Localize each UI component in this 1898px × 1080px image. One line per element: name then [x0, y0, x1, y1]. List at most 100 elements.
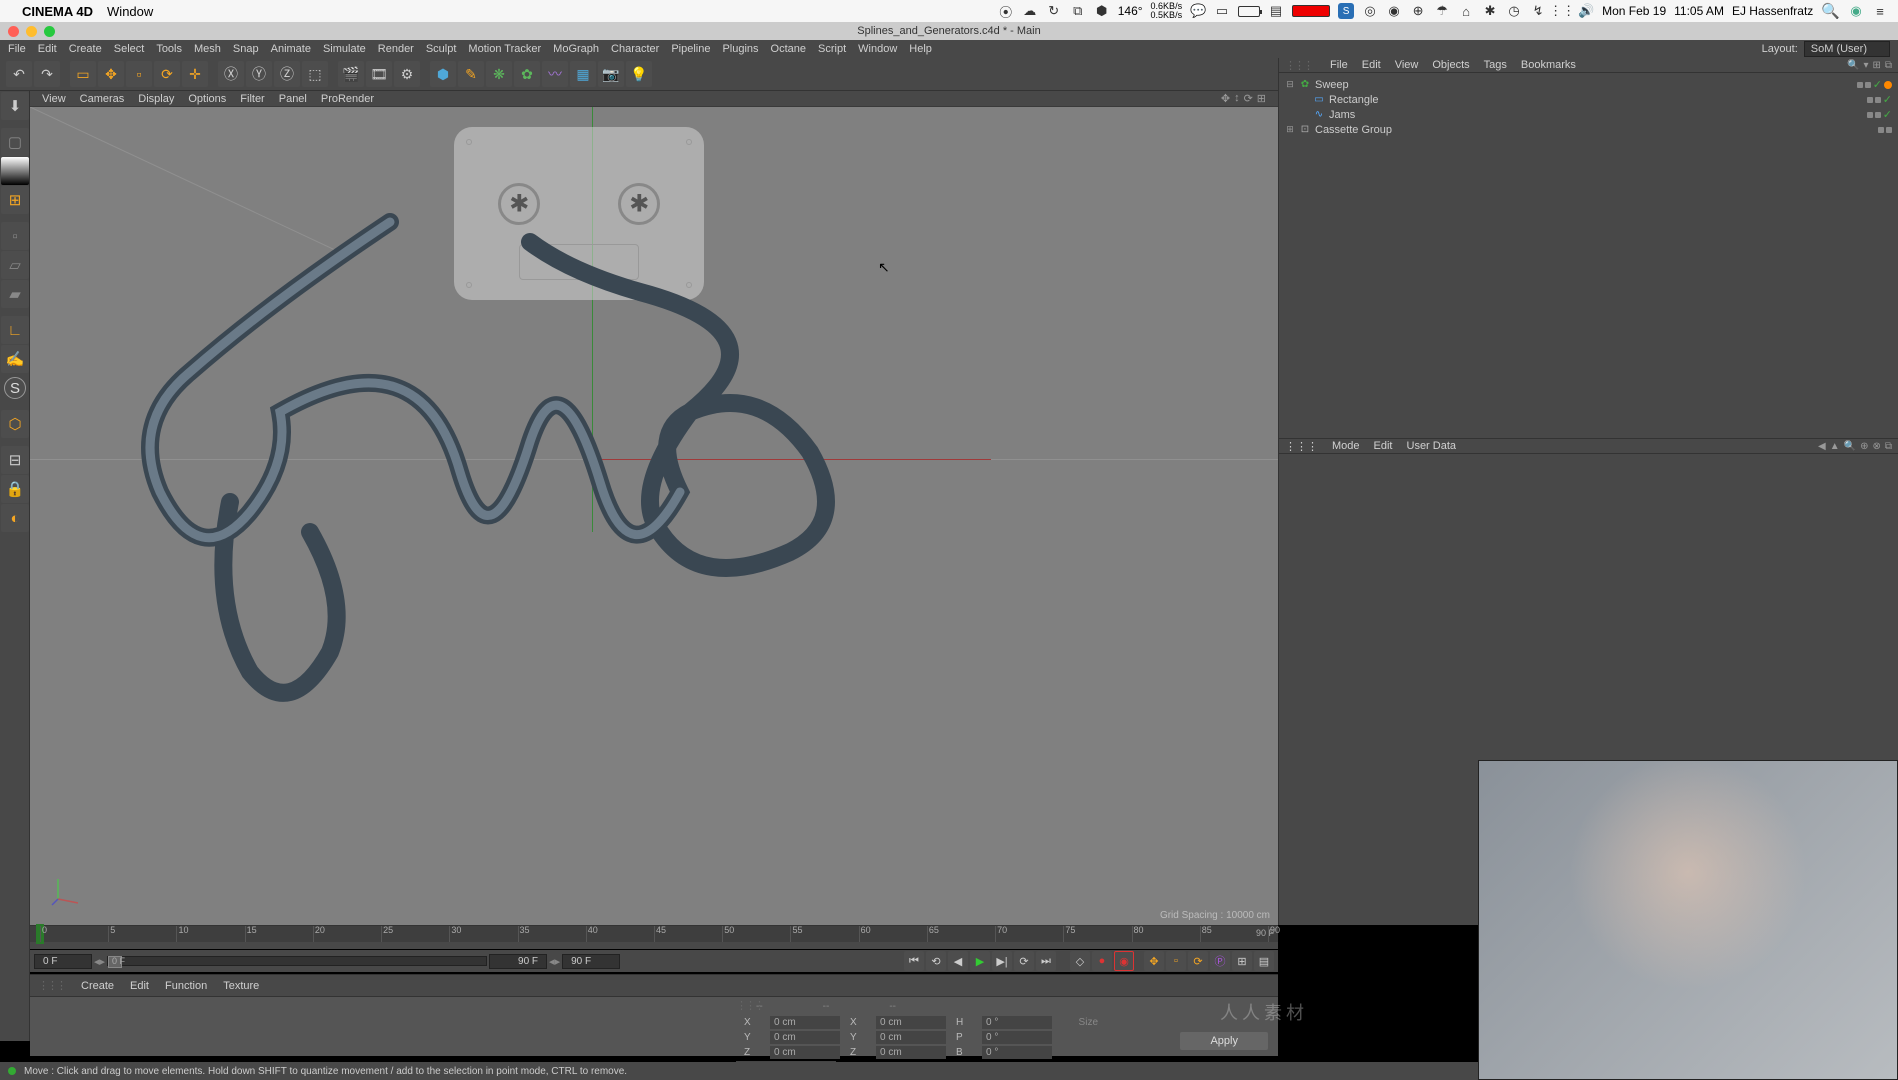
- apply-button[interactable]: Apply: [1180, 1032, 1268, 1050]
- menu-window[interactable]: Window: [858, 43, 897, 55]
- add-environment[interactable]: ▦: [570, 61, 596, 87]
- key-all[interactable]: ▤: [1254, 951, 1274, 971]
- om-search-icon[interactable]: 🔍: [1847, 60, 1859, 71]
- attr-edit[interactable]: Edit: [1374, 440, 1393, 452]
- spotlight-icon[interactable]: 🔍: [1821, 2, 1840, 20]
- prev-key[interactable]: ⟲: [926, 951, 946, 971]
- goto-start[interactable]: ⏮: [904, 951, 924, 971]
- coord-Y-cv[interactable]: 0 °: [982, 1031, 1052, 1044]
- redo-button[interactable]: ↷: [34, 61, 60, 87]
- scale-tool[interactable]: ▫: [126, 61, 152, 87]
- attr-mode[interactable]: Mode: [1332, 440, 1360, 452]
- menu-mograph[interactable]: MoGraph: [553, 43, 599, 55]
- timeline-ruler[interactable]: 05101520253035404550556065707580859090 F: [30, 925, 1278, 949]
- workplane-icon[interactable]: ⊟: [1, 446, 29, 474]
- coord-system[interactable]: ⬚: [302, 61, 328, 87]
- coord-X-cv[interactable]: 0 °: [982, 1016, 1052, 1029]
- vp-filter[interactable]: Filter: [240, 93, 264, 105]
- globe-icon[interactable]: ⊕: [1410, 3, 1426, 19]
- app-icon[interactable]: S: [1338, 3, 1354, 19]
- vp-prorender[interactable]: ProRender: [321, 93, 374, 105]
- range-start[interactable]: 0 F: [34, 954, 92, 969]
- menu-create[interactable]: Create: [69, 43, 102, 55]
- coord-X-av[interactable]: 0 cm: [770, 1016, 840, 1029]
- z-axis-lock[interactable]: Ⓩ: [274, 61, 300, 87]
- dropbox-icon[interactable]: ⧉: [1070, 3, 1086, 19]
- attr-lock-icon[interactable]: ⊕: [1860, 441, 1868, 452]
- y-axis-lock[interactable]: Ⓨ: [246, 61, 272, 87]
- key-pla[interactable]: ⊞: [1232, 951, 1252, 971]
- minimize-icon[interactable]: [26, 26, 37, 37]
- notifications-icon[interactable]: ≡: [1872, 3, 1888, 19]
- vp-nav-layout-icon[interactable]: ⊞: [1257, 92, 1266, 105]
- om-view[interactable]: View: [1395, 59, 1419, 71]
- mat-edit[interactable]: Edit: [130, 980, 149, 992]
- x-axis-lock[interactable]: Ⓧ: [218, 61, 244, 87]
- close-icon[interactable]: [8, 26, 19, 37]
- viewport-solo[interactable]: S: [4, 377, 26, 399]
- axis-mode[interactable]: ∟: [1, 316, 29, 344]
- eye-icon[interactable]: ◉: [1386, 3, 1402, 19]
- play-button[interactable]: ▶: [970, 951, 990, 971]
- mat-create[interactable]: Create: [81, 980, 114, 992]
- menubar-icon[interactable]: ⦿: [998, 3, 1014, 19]
- menu-render[interactable]: Render: [378, 43, 414, 55]
- menu-help[interactable]: Help: [909, 43, 932, 55]
- menu-mesh[interactable]: Mesh: [194, 43, 221, 55]
- vp-display[interactable]: Display: [138, 93, 174, 105]
- range-end[interactable]: 90 F: [489, 954, 547, 969]
- make-editable[interactable]: ⬇: [1, 92, 29, 120]
- render-pv[interactable]: 🎞: [366, 61, 392, 87]
- om-bookmarks[interactable]: Bookmarks: [1521, 59, 1576, 71]
- util-icon[interactable]: ▤: [1268, 3, 1284, 19]
- key-param[interactable]: Ⓟ: [1210, 951, 1230, 971]
- current-frame[interactable]: 90 F: [562, 954, 620, 969]
- screenflow-icon[interactable]: ⬢: [1094, 3, 1110, 19]
- menu-tools[interactable]: Tools: [156, 43, 182, 55]
- key-pos[interactable]: ✥: [1144, 951, 1164, 971]
- tweak-mode[interactable]: ✍: [1, 345, 29, 373]
- panel-grip-icon[interactable]: ⋮⋮⋮: [38, 979, 65, 992]
- gpu-icon[interactable]: ◎: [1362, 3, 1378, 19]
- prev-frame[interactable]: ◀: [948, 951, 968, 971]
- menu-octane[interactable]: Octane: [771, 43, 806, 55]
- mat-texture[interactable]: Texture: [223, 980, 259, 992]
- menu-file[interactable]: File: [8, 43, 26, 55]
- menu-pipeline[interactable]: Pipeline: [671, 43, 710, 55]
- clock-icon[interactable]: ◷: [1506, 3, 1522, 19]
- menu-snap[interactable]: Snap: [233, 43, 259, 55]
- rotate-tool[interactable]: ⟳: [154, 61, 180, 87]
- panel-grip-icon[interactable]: ⋮⋮⋮: [736, 999, 763, 1012]
- vp-nav-rotate-icon[interactable]: ⟳: [1244, 92, 1253, 105]
- key-scale[interactable]: ▫: [1166, 951, 1186, 971]
- wifi-icon[interactable]: ⋮⋮: [1554, 3, 1570, 19]
- lock-icon[interactable]: 🔒: [1, 475, 29, 503]
- object-tree[interactable]: ⊟ ✿ Sweep ✓ ▭ Rectangle ✓ ∿ Jams ✓ ⊞ ⊡ C…: [1279, 73, 1898, 141]
- coord-X-bv[interactable]: 0 cm: [876, 1016, 946, 1029]
- siri-icon[interactable]: ◉: [1848, 3, 1864, 19]
- render-settings[interactable]: ⚙: [394, 61, 420, 87]
- polygon-mode[interactable]: ▰: [1, 280, 29, 308]
- mat-function[interactable]: Function: [165, 980, 207, 992]
- next-key[interactable]: ⟳: [1014, 951, 1034, 971]
- viewport-canvas[interactable]: Grid Spacing : 10000 cm ↖: [30, 107, 1278, 925]
- vp-options[interactable]: Options: [188, 93, 226, 105]
- panel-grip-icon[interactable]: ⋮⋮⋮: [1285, 59, 1312, 72]
- coord-Z-av[interactable]: 0 cm: [770, 1046, 840, 1059]
- sync-icon[interactable]: ↻: [1046, 3, 1062, 19]
- date[interactable]: Mon Feb 19: [1602, 4, 1666, 18]
- autokey[interactable]: ●: [1092, 951, 1112, 971]
- vp-cameras[interactable]: Cameras: [80, 93, 125, 105]
- menu-character[interactable]: Character: [611, 43, 659, 55]
- add-camera[interactable]: 📷: [598, 61, 624, 87]
- umbrella-icon[interactable]: ☂: [1434, 3, 1450, 19]
- om-objects[interactable]: Objects: [1432, 59, 1469, 71]
- select-tool[interactable]: ▭: [70, 61, 96, 87]
- add-light[interactable]: 💡: [626, 61, 652, 87]
- layout-dropdown[interactable]: SoM (User): [1804, 41, 1890, 57]
- om-edit[interactable]: Edit: [1362, 59, 1381, 71]
- object-rectangle[interactable]: ▭ Rectangle ✓: [1285, 92, 1892, 107]
- om-filter-icon[interactable]: ▾: [1863, 60, 1868, 71]
- object-jams[interactable]: ∿ Jams ✓: [1285, 107, 1892, 122]
- misc-tool[interactable]: ◐: [1, 504, 29, 532]
